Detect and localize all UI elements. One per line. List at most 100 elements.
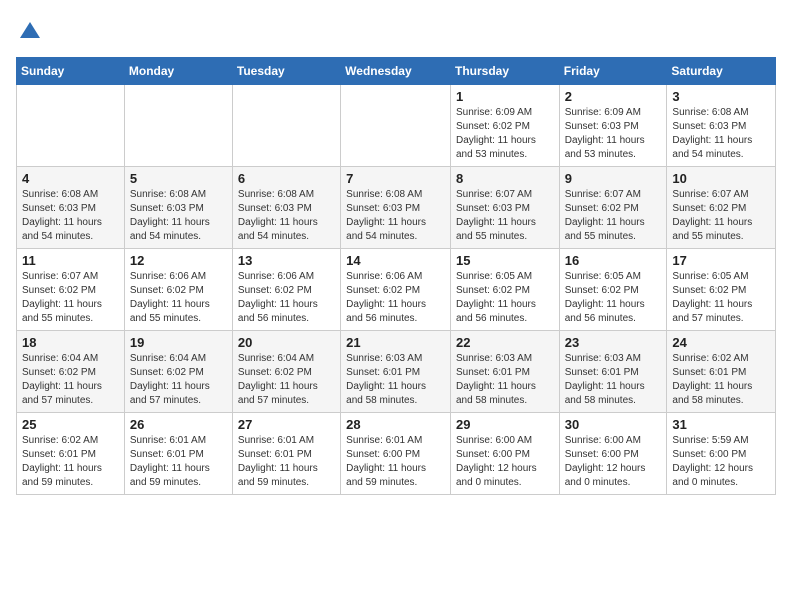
day-number: 22 (456, 335, 554, 350)
calendar-table: SundayMondayTuesdayWednesdayThursdayFrid… (16, 57, 776, 495)
day-info: Sunrise: 6:05 AM Sunset: 6:02 PM Dayligh… (456, 270, 554, 326)
day-number: 29 (456, 417, 554, 432)
calendar-cell (17, 85, 125, 167)
calendar-cell: 17 Sunrise: 6:05 AM Sunset: 6:02 PM Dayli… (667, 249, 776, 331)
day-info: Sunrise: 6:03 AM Sunset: 6:01 PM Dayligh… (456, 352, 554, 408)
day-number: 4 (22, 171, 119, 186)
calendar-cell: 8Sunrise: 6:07 AM Sunset: 6:03 PM Daylig… (450, 167, 559, 249)
calendar-cell: 3 Sunrise: 6:08 AM Sunset: 6:03 PM Daylig… (667, 85, 776, 167)
day-number: 8 (456, 171, 554, 186)
calendar-header-tuesday: Tuesday (232, 58, 340, 85)
day-number: 25 (22, 417, 119, 432)
day-info: Sunrise: 6:02 AM Sunset: 6:01 PM Dayligh… (22, 434, 119, 490)
day-number: 27 (238, 417, 335, 432)
calendar-cell: 1Sunrise: 6:09 AM Sunset: 6:02 PM Daylig… (450, 85, 559, 167)
day-info: Sunrise: 6:05 AM Sunset: 6:02 PM Dayligh… (672, 270, 770, 326)
calendar-cell: 16 Sunrise: 6:05 AM Sunset: 6:02 PM Dayli… (559, 249, 667, 331)
day-number: 7 (346, 171, 445, 186)
calendar-cell: 29 Sunrise: 6:00 AM Sunset: 6:00 PM Dayli… (450, 413, 559, 495)
calendar-week-4: 18 Sunrise: 6:04 AM Sunset: 6:02 PM Dayli… (17, 331, 776, 413)
calendar-cell: 20 Sunrise: 6:04 AM Sunset: 6:02 PM Dayli… (232, 331, 340, 413)
day-number: 6 (238, 171, 335, 186)
calendar-cell: 6Sunrise: 6:08 AM Sunset: 6:03 PM Daylig… (232, 167, 340, 249)
calendar-cell: 30 Sunrise: 6:00 AM Sunset: 6:00 PM Dayli… (559, 413, 667, 495)
day-info: Sunrise: 6:06 AM Sunset: 6:02 PM Dayligh… (130, 270, 227, 326)
calendar-week-1: 1Sunrise: 6:09 AM Sunset: 6:02 PM Daylig… (17, 85, 776, 167)
day-info: Sunrise: 6:09 AM Sunset: 6:03 PM Dayligh… (565, 106, 662, 162)
day-number: 28 (346, 417, 445, 432)
calendar-cell: 5 Sunrise: 6:08 AM Sunset: 6:03 PM Daylig… (124, 167, 232, 249)
calendar-cell: 25 Sunrise: 6:02 AM Sunset: 6:01 PM Dayli… (17, 413, 125, 495)
day-info: Sunrise: 6:09 AM Sunset: 6:02 PM Dayligh… (456, 106, 554, 162)
calendar-week-2: 4 Sunrise: 6:08 AM Sunset: 6:03 PM Daylig… (17, 167, 776, 249)
day-number: 15 (456, 253, 554, 268)
logo (16, 20, 42, 49)
day-info: Sunrise: 6:00 AM Sunset: 6:00 PM Dayligh… (565, 434, 662, 490)
day-info: Sunrise: 6:08 AM Sunset: 6:03 PM Dayligh… (346, 188, 445, 244)
calendar-cell (232, 85, 340, 167)
day-info: Sunrise: 6:01 AM Sunset: 6:01 PM Dayligh… (130, 434, 227, 490)
day-number: 14 (346, 253, 445, 268)
calendar-cell: 26 Sunrise: 6:01 AM Sunset: 6:01 PM Dayli… (124, 413, 232, 495)
day-number: 16 (565, 253, 662, 268)
calendar-cell: 27 Sunrise: 6:01 AM Sunset: 6:01 PM Dayli… (232, 413, 340, 495)
calendar-body: 1Sunrise: 6:09 AM Sunset: 6:02 PM Daylig… (17, 85, 776, 495)
day-info: Sunrise: 6:03 AM Sunset: 6:01 PM Dayligh… (565, 352, 662, 408)
calendar-cell: 18Sunrise: 6:04 AM Sunset: 6:02 PM Dayli… (17, 331, 125, 413)
calendar-week-5: 25 Sunrise: 6:02 AM Sunset: 6:01 PM Dayli… (17, 413, 776, 495)
calendar-week-3: 11Sunrise: 6:07 AM Sunset: 6:02 PM Dayli… (17, 249, 776, 331)
day-number: 9 (565, 171, 662, 186)
calendar-header-sunday: Sunday (17, 58, 125, 85)
day-info: Sunrise: 5:59 AM Sunset: 6:00 PM Dayligh… (672, 434, 770, 490)
day-number: 3 (672, 89, 770, 104)
day-number: 24 (672, 335, 770, 350)
day-info: Sunrise: 6:08 AM Sunset: 6:03 PM Dayligh… (672, 106, 770, 162)
calendar-header-monday: Monday (124, 58, 232, 85)
day-number: 30 (565, 417, 662, 432)
calendar-header-friday: Friday (559, 58, 667, 85)
day-info: Sunrise: 6:07 AM Sunset: 6:02 PM Dayligh… (672, 188, 770, 244)
day-info: Sunrise: 6:04 AM Sunset: 6:02 PM Dayligh… (238, 352, 335, 408)
day-number: 26 (130, 417, 227, 432)
day-info: Sunrise: 6:08 AM Sunset: 6:03 PM Dayligh… (130, 188, 227, 244)
calendar-cell: 10 Sunrise: 6:07 AM Sunset: 6:02 PM Dayli… (667, 167, 776, 249)
calendar-cell: 31Sunrise: 5:59 AM Sunset: 6:00 PM Dayli… (667, 413, 776, 495)
day-number: 10 (672, 171, 770, 186)
day-number: 19 (130, 335, 227, 350)
calendar-cell (341, 85, 451, 167)
calendar-cell: 13 Sunrise: 6:06 AM Sunset: 6:02 PM Dayli… (232, 249, 340, 331)
day-info: Sunrise: 6:07 AM Sunset: 6:02 PM Dayligh… (22, 270, 119, 326)
day-info: Sunrise: 6:08 AM Sunset: 6:03 PM Dayligh… (22, 188, 119, 244)
day-number: 12 (130, 253, 227, 268)
calendar-cell: 9 Sunrise: 6:07 AM Sunset: 6:02 PM Daylig… (559, 167, 667, 249)
day-info: Sunrise: 6:01 AM Sunset: 6:01 PM Dayligh… (238, 434, 335, 490)
day-number: 2 (565, 89, 662, 104)
day-number: 17 (672, 253, 770, 268)
calendar-cell: 28 Sunrise: 6:01 AM Sunset: 6:00 PM Dayli… (341, 413, 451, 495)
day-number: 18 (22, 335, 119, 350)
day-info: Sunrise: 6:04 AM Sunset: 6:02 PM Dayligh… (130, 352, 227, 408)
calendar-cell: 24 Sunrise: 6:02 AM Sunset: 6:01 PM Dayli… (667, 331, 776, 413)
calendar-header-thursday: Thursday (450, 58, 559, 85)
day-number: 13 (238, 253, 335, 268)
day-info: Sunrise: 6:06 AM Sunset: 6:02 PM Dayligh… (238, 270, 335, 326)
calendar-cell: 19 Sunrise: 6:04 AM Sunset: 6:02 PM Dayli… (124, 331, 232, 413)
day-number: 5 (130, 171, 227, 186)
calendar-header-saturday: Saturday (667, 58, 776, 85)
calendar-cell: 23Sunrise: 6:03 AM Sunset: 6:01 PM Dayli… (559, 331, 667, 413)
calendar-cell (124, 85, 232, 167)
calendar-cell: 14 Sunrise: 6:06 AM Sunset: 6:02 PM Dayli… (341, 249, 451, 331)
calendar-cell: 7 Sunrise: 6:08 AM Sunset: 6:03 PM Daylig… (341, 167, 451, 249)
day-info: Sunrise: 6:07 AM Sunset: 6:02 PM Dayligh… (565, 188, 662, 244)
calendar-cell: 15 Sunrise: 6:05 AM Sunset: 6:02 PM Dayli… (450, 249, 559, 331)
day-info: Sunrise: 6:06 AM Sunset: 6:02 PM Dayligh… (346, 270, 445, 326)
day-number: 20 (238, 335, 335, 350)
calendar-cell: 4 Sunrise: 6:08 AM Sunset: 6:03 PM Daylig… (17, 167, 125, 249)
calendar-cell: 11Sunrise: 6:07 AM Sunset: 6:02 PM Dayli… (17, 249, 125, 331)
logo-icon (18, 20, 42, 44)
day-info: Sunrise: 6:01 AM Sunset: 6:00 PM Dayligh… (346, 434, 445, 490)
page-header (16, 16, 776, 49)
day-info: Sunrise: 6:05 AM Sunset: 6:02 PM Dayligh… (565, 270, 662, 326)
day-info: Sunrise: 6:00 AM Sunset: 6:00 PM Dayligh… (456, 434, 554, 490)
day-info: Sunrise: 6:02 AM Sunset: 6:01 PM Dayligh… (672, 352, 770, 408)
